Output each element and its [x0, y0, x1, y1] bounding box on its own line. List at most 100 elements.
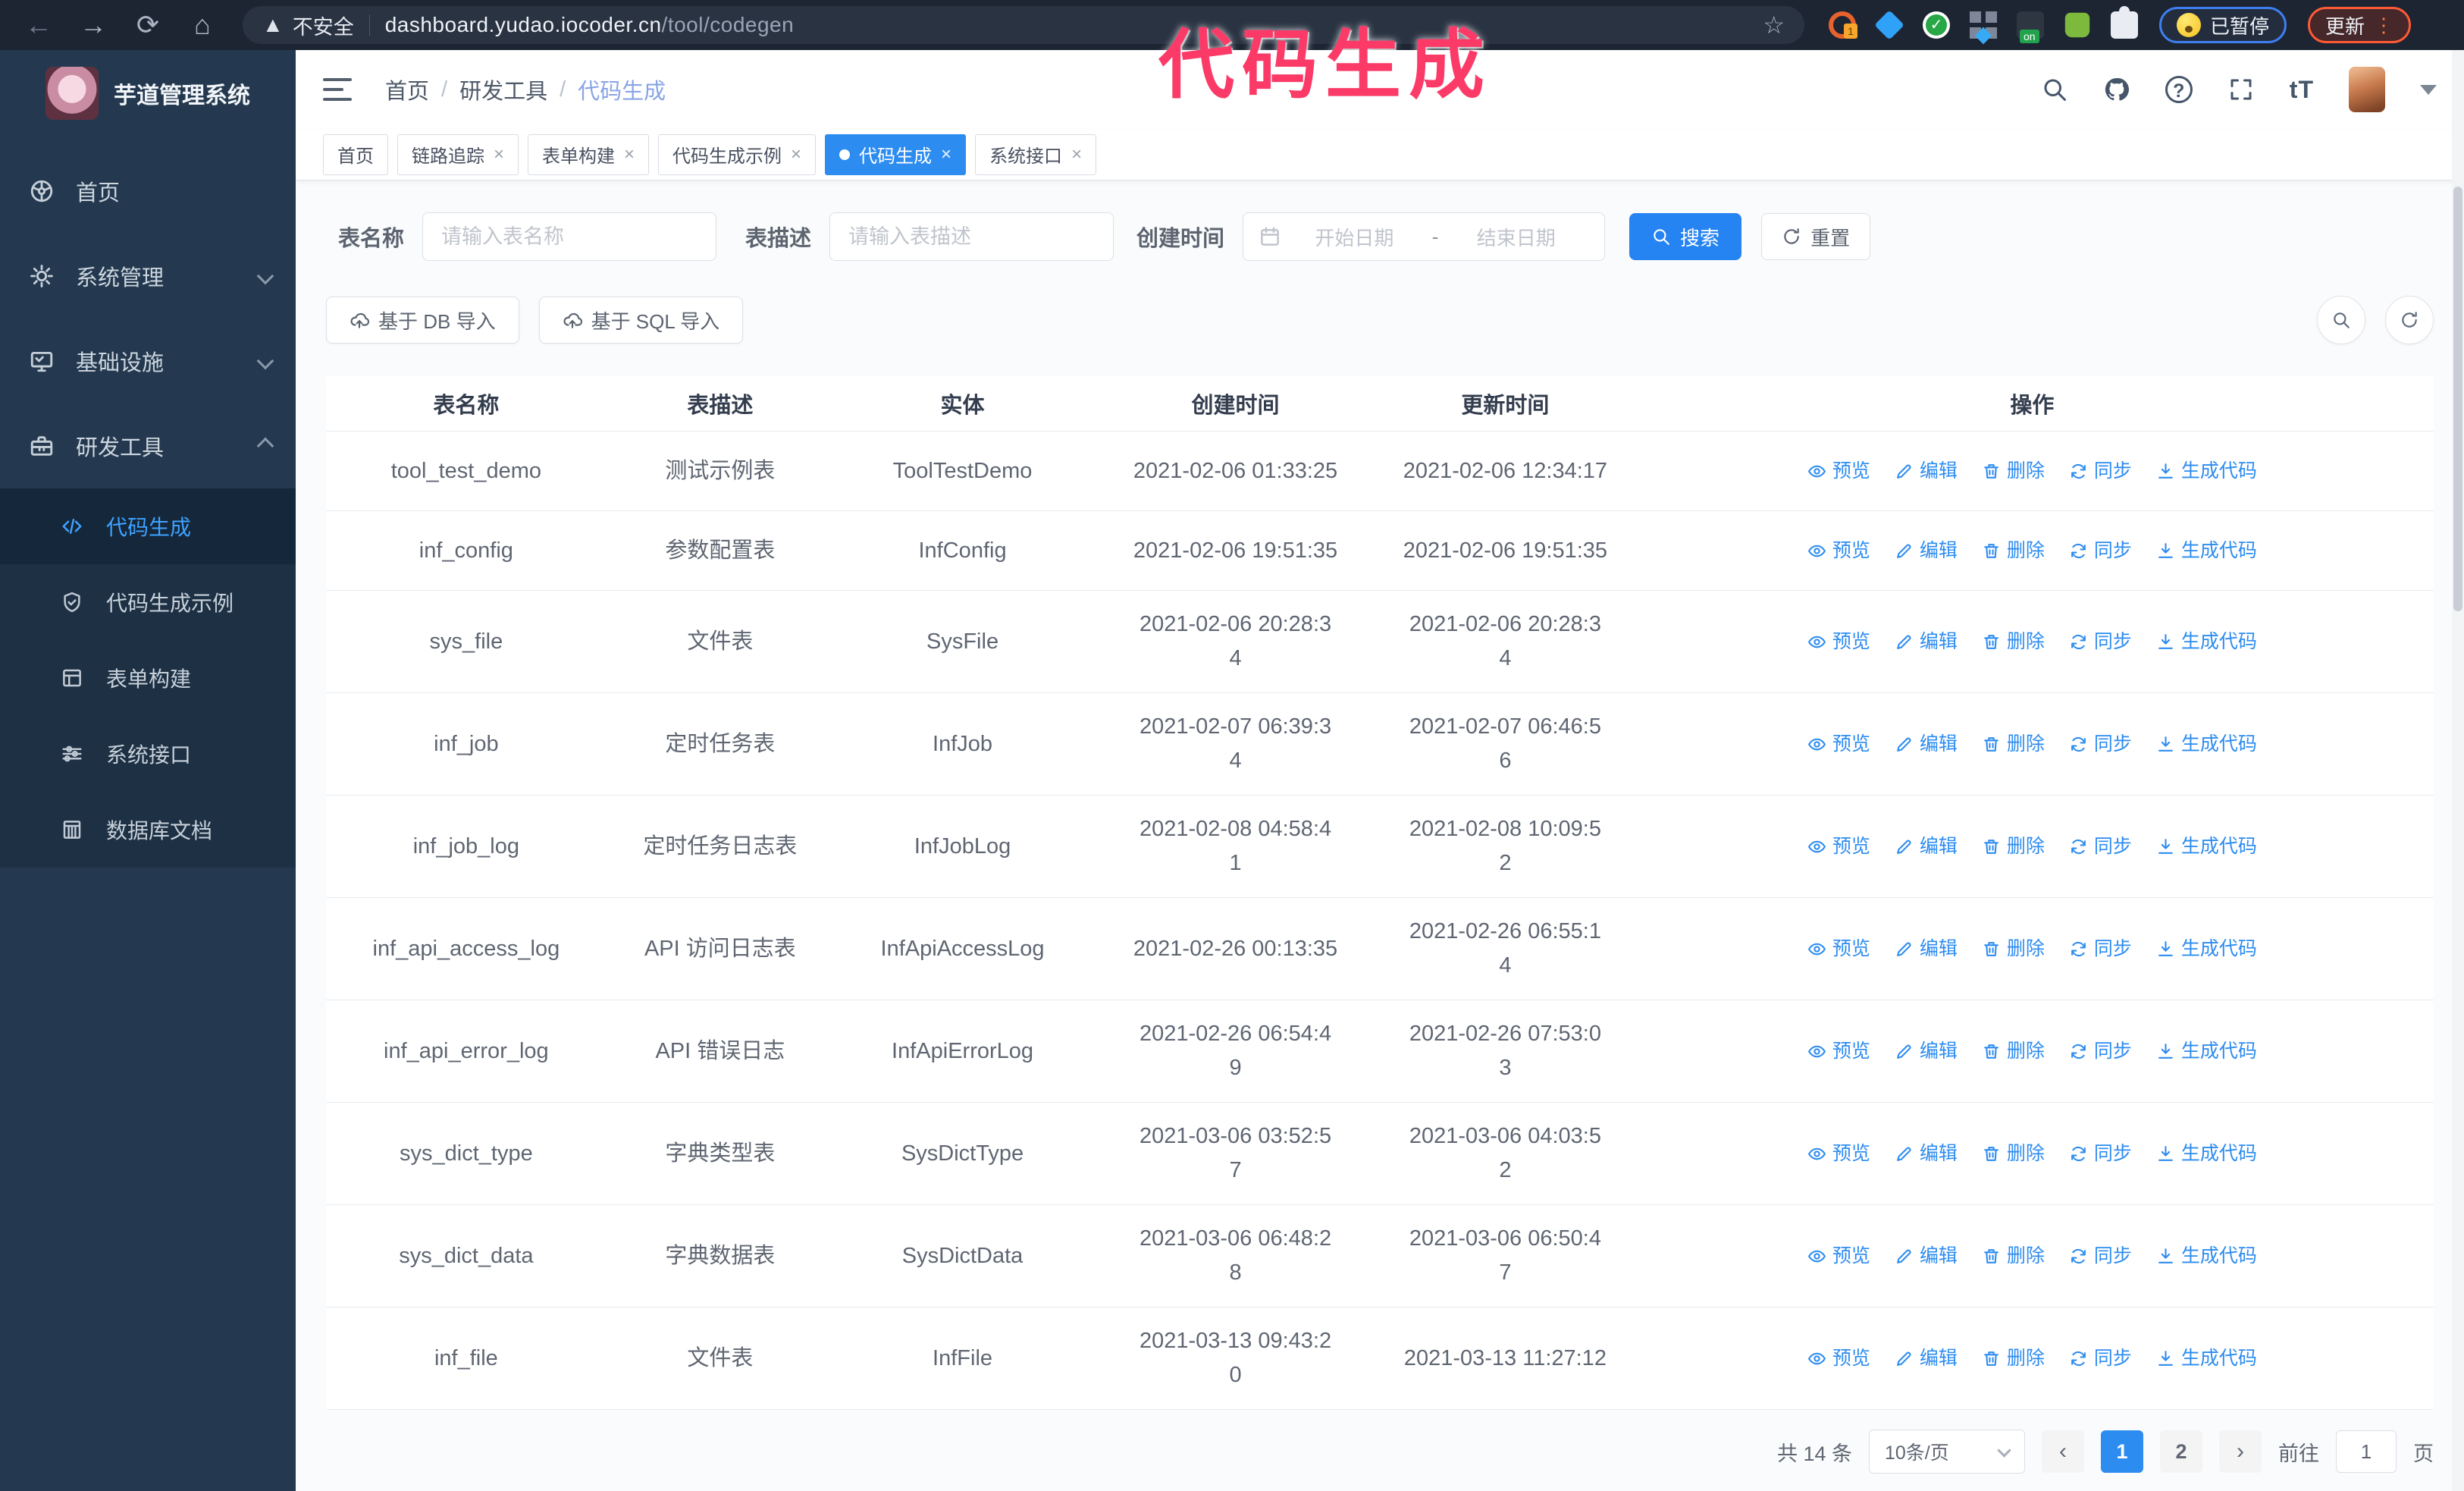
generate-code-link[interactable]: 生成代码: [2156, 1037, 2257, 1066]
sync-link[interactable]: 同步: [2069, 1241, 2132, 1271]
page-button-1[interactable]: 1: [2101, 1430, 2143, 1473]
sync-link[interactable]: 同步: [2069, 457, 2132, 486]
sync-link[interactable]: 同步: [2069, 730, 2132, 759]
edit-link[interactable]: 编辑: [1895, 832, 1958, 862]
preview-link[interactable]: 预览: [1807, 1139, 1870, 1169]
generate-code-link[interactable]: 生成代码: [2156, 1344, 2257, 1373]
tab-system-api[interactable]: 系统接口 ×: [975, 133, 1097, 175]
close-icon[interactable]: ×: [494, 145, 504, 164]
generate-code-link[interactable]: 生成代码: [2156, 536, 2257, 566]
edit-link[interactable]: 编辑: [1895, 1344, 1958, 1373]
sync-link[interactable]: 同步: [2069, 1139, 2132, 1169]
home-icon[interactable]: ⌂: [177, 9, 227, 41]
avatar[interactable]: [2349, 67, 2385, 112]
table-name-input[interactable]: [422, 212, 717, 261]
search-button[interactable]: 搜索: [1629, 213, 1742, 260]
delete-link[interactable]: 删除: [1982, 627, 2045, 657]
sync-link[interactable]: 同步: [2069, 832, 2132, 862]
preview-link[interactable]: 预览: [1807, 536, 1870, 566]
toggle-search-button[interactable]: [2317, 296, 2365, 344]
delete-link[interactable]: 删除: [1982, 536, 2045, 566]
next-page-button[interactable]: ›: [2219, 1430, 2262, 1473]
extension-orange-icon[interactable]: 1: [1829, 11, 1857, 39]
edit-link[interactable]: 编辑: [1895, 730, 1958, 759]
sidebar-subitem-db-docs[interactable]: 数据库文档: [0, 792, 296, 868]
paused-badge[interactable]: 已暂停: [2159, 7, 2287, 43]
hamburger-icon[interactable]: [323, 78, 352, 101]
extension-on-icon[interactable]: [2017, 11, 2044, 43]
generate-code-link[interactable]: 生成代码: [2156, 832, 2257, 862]
preview-link[interactable]: 预览: [1807, 1037, 1870, 1066]
extension-gem-icon[interactable]: [1874, 10, 1904, 40]
github-icon[interactable]: [2103, 76, 2130, 103]
generate-code-link[interactable]: 生成代码: [2156, 934, 2257, 964]
delete-link[interactable]: 删除: [1982, 1139, 2045, 1169]
sidebar-item-home[interactable]: 首页: [0, 149, 296, 234]
breadcrumb-item[interactable]: 首页: [385, 74, 429, 105]
delete-link[interactable]: 删除: [1982, 457, 2045, 486]
preview-link[interactable]: 预览: [1807, 1241, 1870, 1271]
reset-button[interactable]: 重置: [1761, 213, 1871, 260]
scrollbar-thumb[interactable]: [2453, 187, 2462, 611]
caret-down-icon[interactable]: [2420, 84, 2437, 95]
delete-link[interactable]: 删除: [1982, 832, 2045, 862]
reload-icon[interactable]: ⟳: [123, 9, 173, 41]
tab-codegen-demo[interactable]: 代码生成示例 ×: [658, 133, 817, 175]
generate-code-link[interactable]: 生成代码: [2156, 730, 2257, 759]
sidebar-subitem-codegen-demo[interactable]: 代码生成示例: [0, 564, 296, 640]
sidebar-subitem-system-api[interactable]: 系统接口: [0, 716, 296, 792]
edit-link[interactable]: 编辑: [1895, 1241, 1958, 1271]
edit-link[interactable]: 编辑: [1895, 934, 1958, 964]
forward-icon[interactable]: →: [68, 9, 118, 41]
sidebar-subitem-form-builder[interactable]: 表单构建: [0, 640, 296, 716]
generate-code-link[interactable]: 生成代码: [2156, 457, 2257, 486]
edit-link[interactable]: 编辑: [1895, 1139, 1958, 1169]
preview-link[interactable]: 预览: [1807, 934, 1870, 964]
table-desc-input[interactable]: [829, 212, 1114, 261]
preview-link[interactable]: 预览: [1807, 1344, 1870, 1373]
extension-check-icon[interactable]: [1923, 11, 1950, 39]
edit-link[interactable]: 编辑: [1895, 1037, 1958, 1066]
refresh-table-button[interactable]: [2385, 296, 2434, 344]
help-icon[interactable]: ?: [2165, 76, 2193, 103]
close-icon[interactable]: ×: [791, 145, 801, 164]
sidebar-item-system[interactable]: 系统管理: [0, 234, 296, 319]
page-size-select[interactable]: 10条/页: [1869, 1430, 2025, 1474]
address-bar[interactable]: ▲ 不安全 dashboard.yudao.iocoder.cn/tool/co…: [243, 6, 1804, 44]
security-warning-icon[interactable]: ▲: [262, 13, 284, 37]
tab-form-builder[interactable]: 表单构建 ×: [528, 133, 650, 175]
sync-link[interactable]: 同步: [2069, 1037, 2132, 1066]
extension-grid-icon[interactable]: [1970, 11, 1997, 39]
preview-link[interactable]: 预览: [1807, 832, 1870, 862]
sync-link[interactable]: 同步: [2069, 1344, 2132, 1373]
edit-link[interactable]: 编辑: [1895, 536, 1958, 566]
generate-code-link[interactable]: 生成代码: [2156, 1241, 2257, 1271]
sync-link[interactable]: 同步: [2069, 627, 2132, 657]
extension-person-icon[interactable]: [2064, 12, 2090, 38]
delete-link[interactable]: 删除: [1982, 1037, 2045, 1066]
sidebar-item-infra[interactable]: 基础设施: [0, 319, 296, 403]
prev-page-button[interactable]: ‹: [2042, 1430, 2084, 1473]
preview-link[interactable]: 预览: [1807, 627, 1870, 657]
preview-link[interactable]: 预览: [1807, 730, 1870, 759]
browser-menu-icon[interactable]: ⋮: [2374, 15, 2393, 35]
edit-link[interactable]: 编辑: [1895, 627, 1958, 657]
sync-link[interactable]: 同步: [2069, 934, 2132, 964]
generate-code-link[interactable]: 生成代码: [2156, 1139, 2257, 1169]
bookmark-star-icon[interactable]: ☆: [1763, 11, 1785, 39]
close-icon[interactable]: ×: [1071, 145, 1082, 164]
font-size-icon[interactable]: tT: [2290, 76, 2314, 104]
tab-codegen[interactable]: 代码生成 ×: [825, 133, 967, 175]
preview-link[interactable]: 预览: [1807, 457, 1870, 486]
goto-page-input[interactable]: [2336, 1430, 2397, 1473]
extensions-puzzle-icon[interactable]: [2111, 6, 2138, 39]
sync-link[interactable]: 同步: [2069, 536, 2132, 566]
close-icon[interactable]: ×: [941, 145, 951, 164]
sidebar-item-devtools[interactable]: 研发工具: [0, 403, 296, 488]
search-icon[interactable]: [2041, 76, 2068, 103]
page-button-2[interactable]: 2: [2160, 1430, 2202, 1473]
delete-link[interactable]: 删除: [1982, 1344, 2045, 1373]
page-scrollbar[interactable]: [2452, 50, 2464, 1491]
close-icon[interactable]: ×: [624, 145, 635, 164]
app-logo-row[interactable]: 芋道管理系统: [0, 50, 296, 135]
